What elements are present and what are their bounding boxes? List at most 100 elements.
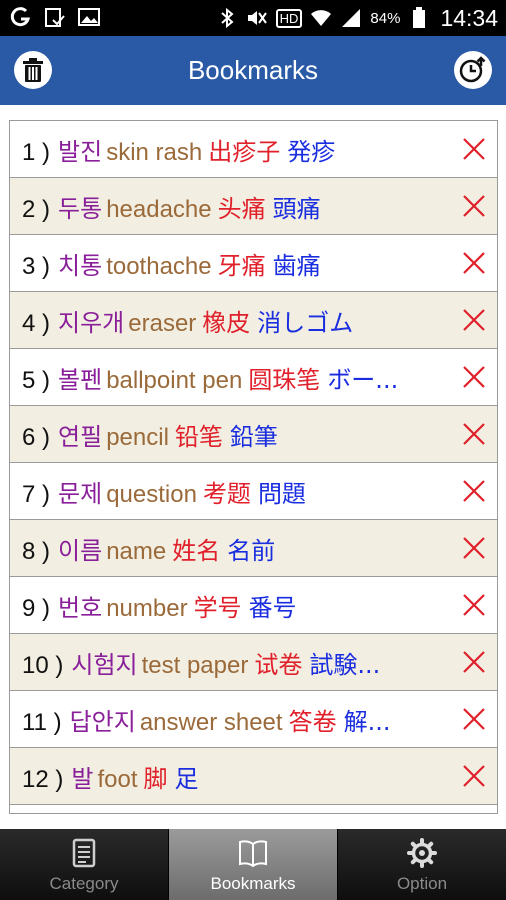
bookmark-japanese: 発疹 — [287, 137, 336, 166]
tab-category[interactable]: Category — [0, 829, 169, 900]
bookmark-english: test paper — [141, 651, 249, 679]
bookmark-row[interactable]: 11 ) 답안지 answer sheet 答卷 解... — [10, 691, 497, 748]
bookmark-row[interactable]: 1 ) 발진 skin rash 出疹子 発疹 — [10, 121, 497, 178]
bookmark-english: answer sheet — [139, 708, 283, 736]
bookmark-chinese: 试卷 — [254, 650, 303, 679]
title-bar: Bookmarks — [0, 36, 506, 105]
delete-bookmark-icon[interactable] — [461, 649, 487, 675]
bookmark-chinese: 头痛 — [217, 194, 266, 223]
delete-bookmark-icon[interactable] — [461, 250, 487, 276]
battery-icon — [408, 7, 430, 29]
bookmark-row[interactable]: 9 ) 번호 number 学号 番号 — [10, 577, 497, 634]
hd-badge: HD — [275, 8, 303, 28]
bookmark-korean: 시험지 — [71, 650, 138, 679]
bookmark-index: 11 ) — [22, 708, 62, 736]
gear-icon — [407, 838, 437, 868]
bookmark-korean: 발 — [71, 764, 94, 793]
bookmark-text: 1 ) 발진 skin rash 出疹子 発疹 — [22, 132, 447, 167]
delete-bookmark-icon[interactable] — [461, 136, 487, 162]
bookmark-english: headache — [106, 195, 212, 223]
bookmark-english: foot — [97, 765, 138, 793]
bookmark-korean: 문제 — [58, 479, 103, 508]
delete-bookmark-icon[interactable] — [461, 535, 487, 561]
bookmark-row[interactable]: 3 ) 치통 toothache 牙痛 歯痛 — [10, 235, 497, 292]
bookmark-index: 1 ) — [22, 138, 51, 166]
clock: 14:34 — [440, 4, 498, 31]
bookmark-english: question — [106, 480, 197, 508]
image-icon — [78, 6, 100, 28]
bookmark-row[interactable]: 5 ) 볼펜 ballpoint pen 圆珠笔 ボー... — [10, 349, 497, 406]
bookmark-chinese: 橡皮 — [202, 308, 251, 337]
bookmark-chinese: 铅笔 — [174, 422, 223, 451]
bookmark-text: 7 ) 문제 question 考题 問題 — [22, 474, 447, 509]
tab-option-label: Option — [396, 874, 448, 893]
bookmark-index: 8 ) — [22, 537, 51, 565]
delete-bookmark-icon[interactable] — [461, 592, 487, 618]
bookmark-chinese: 脚 — [143, 764, 168, 793]
bluetooth-icon — [216, 7, 238, 29]
bookmark-text: 4 ) 지우개 eraser 橡皮 消しゴム — [22, 303, 447, 338]
bookmark-english: toothache — [106, 252, 212, 280]
bookmark-chinese: 答卷 — [288, 707, 337, 736]
bookmark-text: 12 ) 발 foot 脚足 — [22, 759, 447, 794]
bookmark-text: 10 ) 시험지 test paper 试卷 試験... — [22, 645, 447, 680]
bookmark-text: 8 ) 이름 name 姓名 名前 — [22, 531, 447, 566]
bookmark-korean: 볼펜 — [58, 365, 103, 394]
delete-bookmark-icon[interactable] — [461, 421, 487, 447]
bookmark-row[interactable]: 8 ) 이름 name 姓名 名前 — [10, 520, 497, 577]
bookmark-row[interactable]: 7 ) 문제 question 考题 問題 — [10, 463, 497, 520]
bookmark-chinese: 出疹子 — [208, 137, 281, 166]
bookmark-english: ballpoint pen — [106, 366, 243, 394]
wifi-icon — [310, 7, 332, 29]
tab-option[interactable]: Option — [338, 829, 506, 900]
battery-percent: 84% — [370, 9, 401, 27]
bookmark-korean: 두통 — [58, 194, 103, 223]
bookmark-korean: 지우개 — [58, 308, 125, 337]
bookmark-chinese: 牙痛 — [217, 251, 266, 280]
delete-bookmark-icon[interactable] — [461, 364, 487, 390]
bookmark-row[interactable]: 2 ) 두통 headache 头痛 頭痛 — [10, 178, 497, 235]
notification-icons — [10, 6, 100, 28]
delete-bookmark-icon[interactable] — [461, 763, 487, 789]
bookmark-text: 9 ) 번호 number 学号 番号 — [22, 588, 447, 623]
bookmark-row[interactable]: 10 ) 시험지 test paper 试卷 試験... — [10, 634, 497, 691]
history-button[interactable] — [454, 51, 492, 89]
bookmark-list[interactable]: 1 ) 발진 skin rash 出疹子 発疹 2 ) 두통 headache 头痛 頭痛 3 ) 치… — [9, 120, 498, 814]
bookmark-korean: 치통 — [58, 251, 103, 280]
bookmark-index: 9 ) — [22, 594, 51, 622]
delete-bookmark-icon[interactable] — [461, 478, 487, 504]
mute-icon — [246, 7, 268, 29]
bookmark-index: 12 ) — [22, 765, 64, 793]
bookmark-row[interactable]: 12 ) 발 foot 脚足 — [10, 748, 497, 805]
app-notification-icon — [10, 6, 32, 28]
tab-bookmarks[interactable]: Bookmarks — [169, 829, 338, 900]
bookmark-text: 3 ) 치통 toothache 牙痛 歯痛 — [22, 246, 447, 281]
bookmark-korean: 번호 — [58, 593, 103, 622]
bookmark-korean: 이름 — [58, 536, 103, 565]
tab-category-label: Category — [49, 874, 119, 893]
bookmark-japanese: 番号 — [248, 593, 297, 622]
bookmark-text: 5 ) 볼펜 ballpoint pen 圆珠笔 ボー... — [22, 360, 447, 395]
bookmark-index: 2 ) — [22, 195, 51, 223]
delete-bookmark-icon[interactable] — [461, 307, 487, 333]
bookmark-japanese: 問題 — [257, 479, 306, 508]
status-bar: HD 84% 14:34 — [0, 0, 506, 36]
bookmark-index: 7 ) — [22, 480, 51, 508]
book-icon — [239, 840, 267, 868]
bookmark-row[interactable]: 4 ) 지우개 eraser 橡皮 消しゴム — [10, 292, 497, 349]
bookmark-row[interactable]: 6 ) 연필 pencil 铅笔 鉛筆 — [10, 406, 497, 463]
bookmark-english: number — [106, 594, 188, 622]
bookmark-japanese: 足 — [174, 764, 199, 793]
bookmark-english: eraser — [128, 309, 197, 337]
bookmark-english: pencil — [106, 423, 169, 451]
bookmark-index: 3 ) — [22, 252, 51, 280]
bookmark-english: skin rash — [106, 138, 203, 166]
bookmark-index: 6 ) — [22, 423, 51, 451]
bookmark-text: 11 ) 답안지 answer sheet 答卷 解... — [22, 702, 447, 737]
bookmark-text: 2 ) 두통 headache 头痛 頭痛 — [22, 189, 447, 224]
bookmark-chinese: 考题 — [202, 479, 251, 508]
delete-bookmark-icon[interactable] — [461, 706, 487, 732]
bookmark-japanese: 解... — [343, 707, 391, 736]
bookmark-chinese: 圆珠笔 — [248, 365, 321, 394]
delete-bookmark-icon[interactable] — [461, 193, 487, 219]
